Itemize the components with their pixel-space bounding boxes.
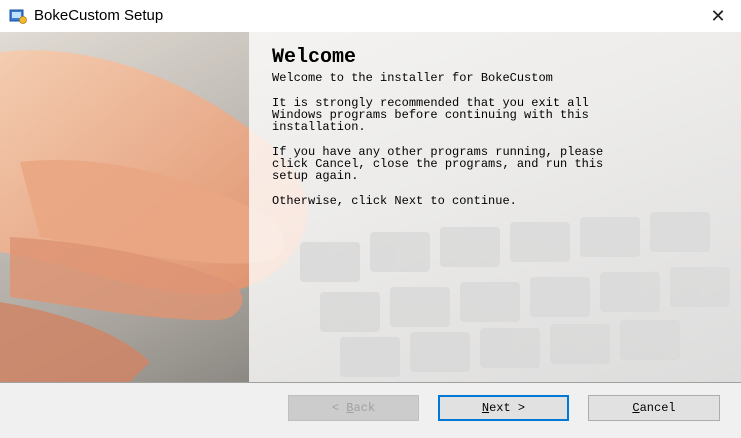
back-button[interactable]: < Back [288, 395, 419, 421]
recommend-text: It is strongly recommended that you exit… [272, 96, 589, 134]
installer-icon [9, 9, 27, 24]
back-button-accel: B [346, 401, 354, 415]
next-button-accel: N [481, 401, 490, 415]
welcome-panel: Welcome Welcome to the installer for Bok… [0, 32, 741, 382]
back-button-rest: ack [353, 401, 376, 415]
title-bar: BokeCustom Setup ✕ [0, 0, 741, 32]
cancel-button-rest: ancel [639, 401, 676, 415]
cancel-button[interactable]: Cancel [588, 395, 720, 421]
back-button-prefix: < [331, 401, 347, 415]
running-programs-text: If you have any other programs running, … [272, 145, 604, 183]
close-button[interactable]: ✕ [695, 0, 741, 32]
close-icon: ✕ [710, 6, 726, 26]
welcome-heading: Welcome [272, 46, 357, 69]
intro-text: Welcome to the installer for BokeCustom [272, 71, 553, 85]
next-button-rest: ext > [489, 401, 526, 415]
next-button[interactable]: Next > [438, 395, 569, 421]
window-title: BokeCustom Setup [34, 7, 164, 24]
continue-text: Otherwise, click Next to continue. [272, 194, 517, 208]
cancel-button-accel: C [632, 401, 640, 415]
welcome-text-pane: Welcome Welcome to the installer for Bok… [272, 46, 722, 207]
